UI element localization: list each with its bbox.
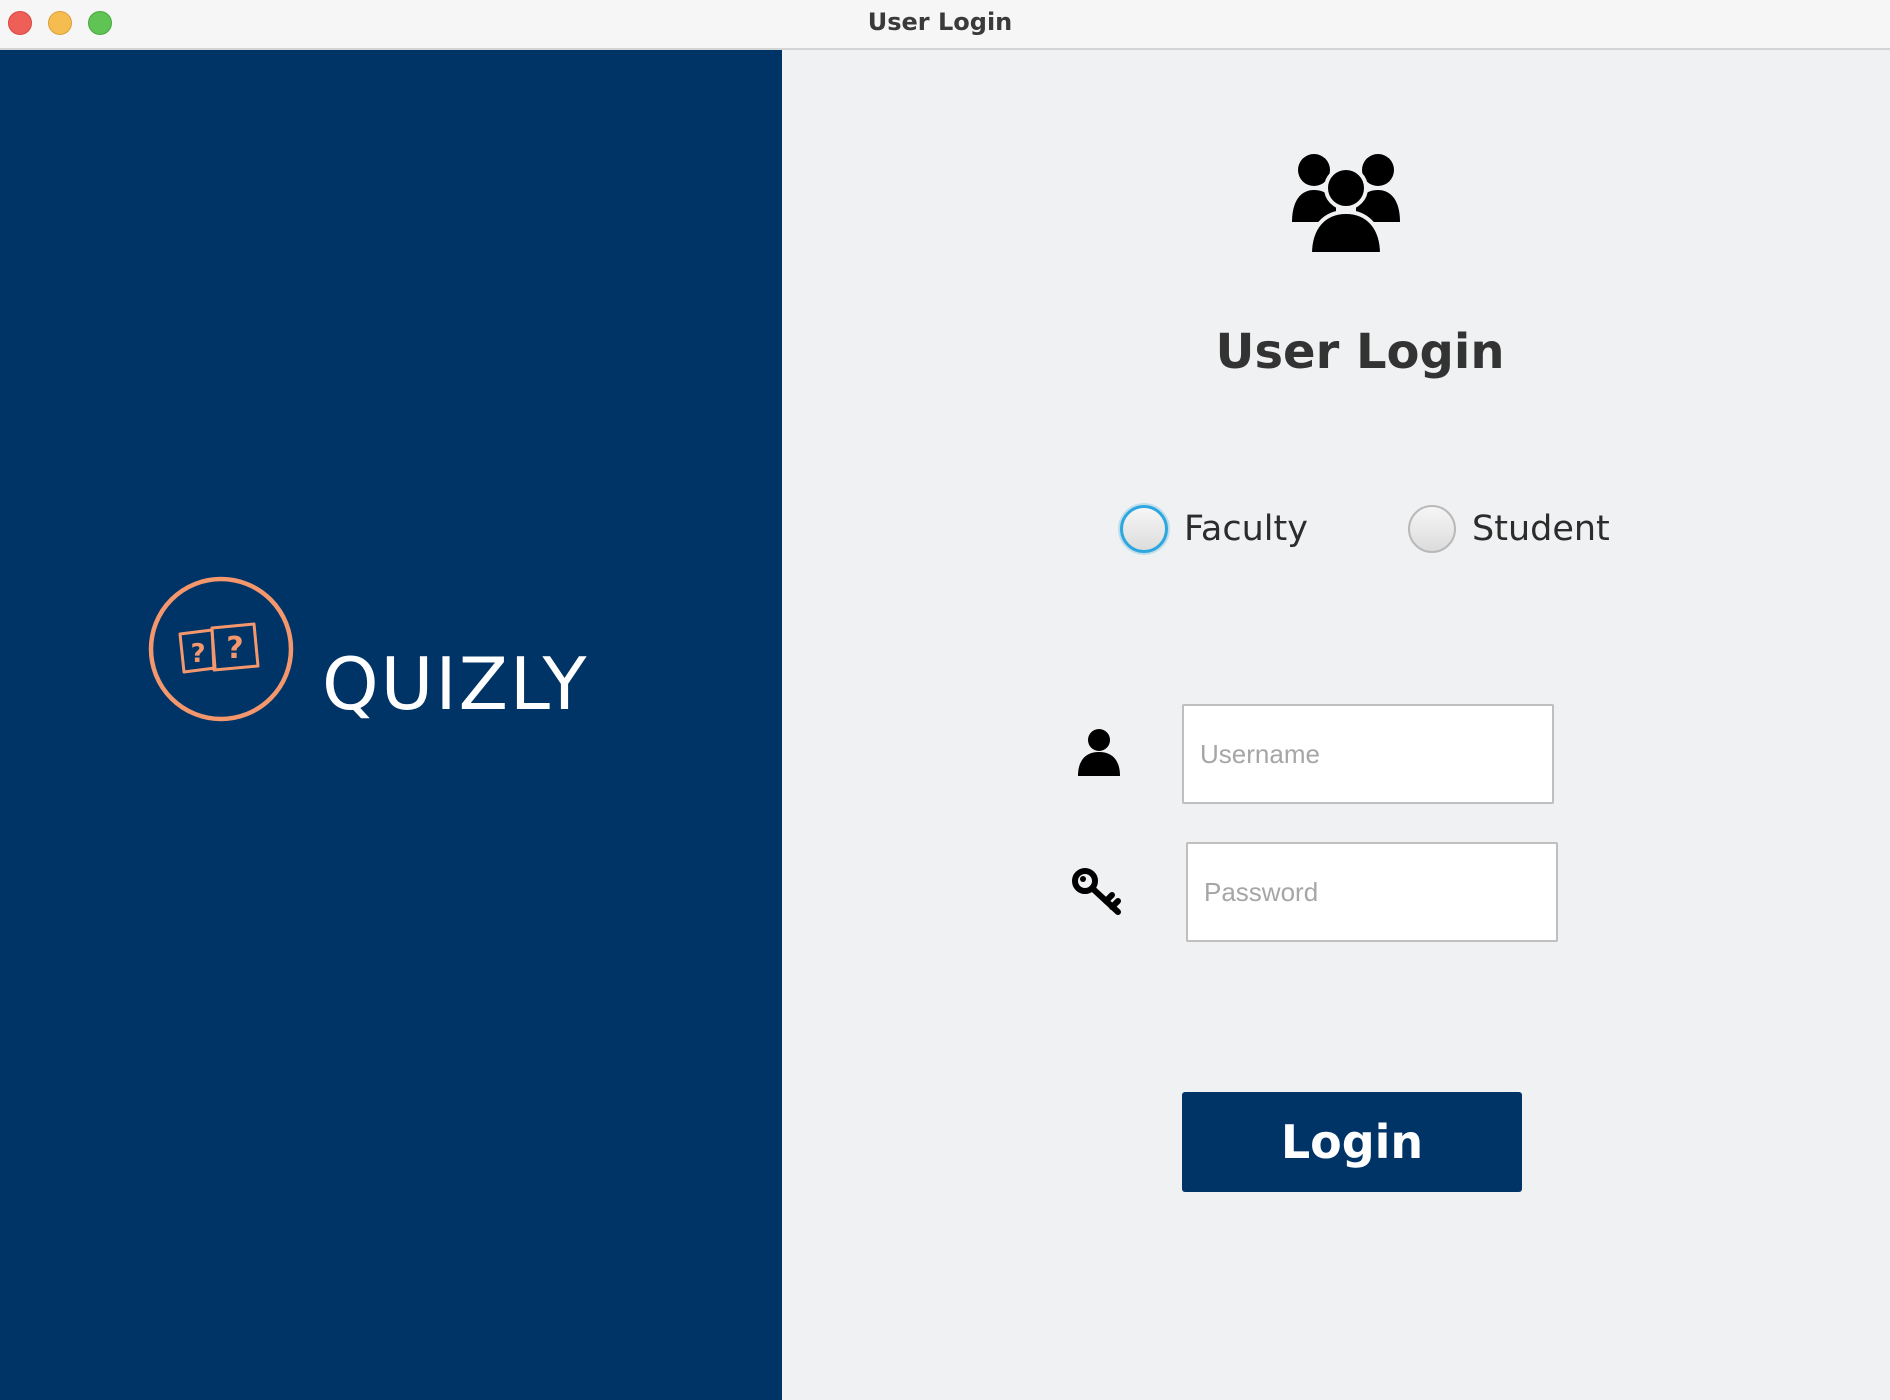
- login-window: User Login ? ? QUIZLY User Login Faculty…: [0, 0, 1890, 1400]
- window-title: User Login: [867, 8, 1013, 36]
- title-bar: User Login: [0, 0, 1890, 50]
- svg-text:?: ?: [226, 631, 243, 666]
- radio-faculty-button[interactable]: [1120, 505, 1168, 553]
- username-field[interactable]: [1182, 704, 1554, 804]
- question-cards-logo-icon: ? ?: [148, 576, 294, 722]
- radio-faculty-label[interactable]: Faculty: [1184, 509, 1308, 549]
- login-button[interactable]: Login: [1182, 1092, 1522, 1192]
- login-heading: User Login: [1215, 324, 1505, 380]
- brand-name: QUIZLY: [322, 642, 589, 726]
- user-icon: [1078, 729, 1120, 776]
- radio-student[interactable]: Student: [1408, 505, 1610, 553]
- radio-student-label[interactable]: Student: [1472, 509, 1610, 549]
- password-field[interactable]: [1186, 842, 1558, 942]
- svg-text:?: ?: [190, 639, 205, 669]
- users-icon: [1292, 154, 1400, 256]
- radio-faculty[interactable]: Faculty: [1120, 505, 1308, 553]
- key-icon: [1072, 868, 1121, 915]
- radio-student-button[interactable]: [1408, 505, 1456, 553]
